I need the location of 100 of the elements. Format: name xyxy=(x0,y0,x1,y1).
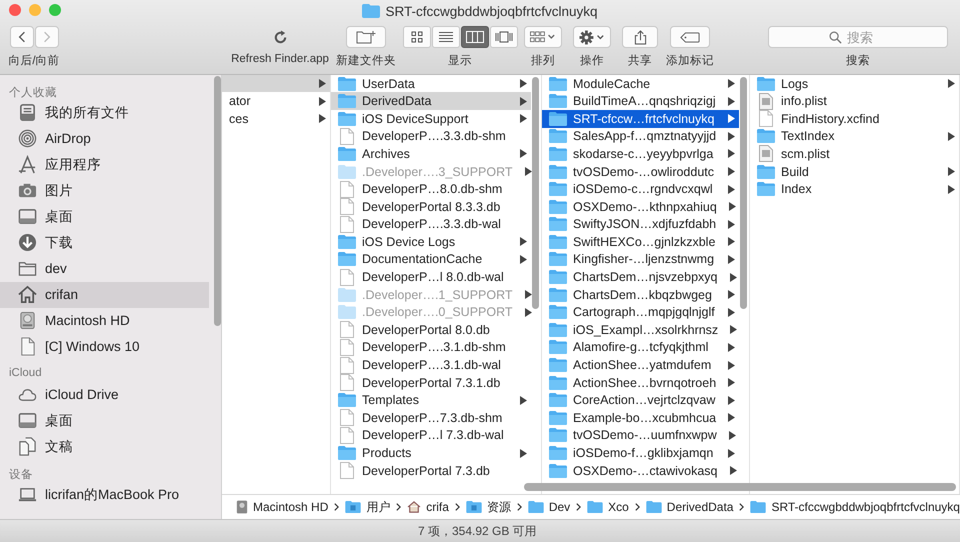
list-view-button[interactable] xyxy=(432,26,460,48)
file-row[interactable]: scm.plist xyxy=(750,145,959,163)
file-row[interactable]: DerivedData xyxy=(331,92,531,110)
file-row[interactable]: DocumentationCache xyxy=(331,250,531,268)
back-button[interactable] xyxy=(10,26,34,48)
sidebar-item[interactable]: crifan xyxy=(0,282,209,308)
search-field[interactable]: 搜索 xyxy=(768,26,948,48)
file-row[interactable]: Kingfisher-…ljenzstnwmg xyxy=(542,250,739,268)
file-row[interactable]: TextIndex xyxy=(750,128,959,146)
file-row[interactable]: Alamofire-g…tcfyqkjthml xyxy=(542,338,739,356)
scrollbar-thumb[interactable] xyxy=(214,76,221,326)
sidebar-item[interactable]: [C] Windows 10 xyxy=(0,334,209,360)
scrollbar-thumb[interactable] xyxy=(740,76,747,309)
folder-icon xyxy=(549,322,567,337)
file-row[interactable]: Products xyxy=(331,444,531,462)
folder-icon xyxy=(549,182,567,196)
scrollbar-thumb[interactable] xyxy=(524,483,956,492)
share-button[interactable] xyxy=(622,26,658,48)
file-row[interactable]: DeveloperP….3.1.db-shm xyxy=(331,338,531,356)
arrange-button[interactable] xyxy=(524,26,562,48)
file-row[interactable]: skodarse-c…yeyybpvrlga xyxy=(542,145,739,163)
file-row[interactable]: ChartsDem…njsvzebpxyq xyxy=(542,268,739,286)
file-row[interactable]: iOSDemo-f…gklibxjamqn xyxy=(542,444,739,462)
file-row[interactable]: BuildTimeA…qnqshriqzigj xyxy=(542,92,739,110)
file-row[interactable]: iOSDemo-c…rgndvcxqwl xyxy=(542,180,739,198)
path-item[interactable]: 用户 xyxy=(345,498,390,516)
file-row[interactable]: DeveloperP…l 8.0.db-wal xyxy=(331,268,531,286)
file-row[interactable]: ModuleCache xyxy=(542,74,739,92)
close-button[interactable] xyxy=(9,4,21,16)
file-row[interactable]: Example-bo…xcubmhcua xyxy=(542,409,739,427)
file-row[interactable]: DeveloperPortal 8.0.db xyxy=(331,321,531,339)
file-row[interactable]: ces xyxy=(222,110,330,128)
sidebar-item[interactable]: dev xyxy=(0,256,209,282)
folder-icon xyxy=(549,164,567,178)
file-row[interactable]: Build xyxy=(750,162,959,180)
folder-icon xyxy=(549,376,567,390)
file-row[interactable]: iOS_Exampl…xsolrkhrnsz xyxy=(542,321,739,339)
file-row[interactable]: DeveloperP…8.0.db-shm xyxy=(331,180,531,198)
disclosure-arrow-icon xyxy=(948,132,955,141)
sidebar-item[interactable]: 应用程序 xyxy=(0,152,209,178)
sidebar-item[interactable]: 桌面 xyxy=(0,408,209,434)
file-row[interactable]: ActionShee…yatmdufem xyxy=(542,356,739,374)
path-item[interactable]: Xco xyxy=(587,500,629,514)
sidebar-item[interactable]: AirDrop xyxy=(0,126,209,152)
back-icon xyxy=(18,31,26,43)
file-row[interactable]: SalesApp-f…qmztnatyyjjd xyxy=(542,128,739,146)
file-row[interactable]: DeveloperP…7.3.db-shm xyxy=(331,409,531,427)
path-item[interactable]: 资源 xyxy=(466,498,511,516)
sidebar-item[interactable]: licrifan的MacBook Pro xyxy=(0,482,209,508)
folder-icon xyxy=(757,76,775,91)
scrollbar-thumb[interactable] xyxy=(532,76,539,309)
file-row[interactable]: DeveloperP….3.3.db-wal xyxy=(331,215,531,234)
file-row[interactable]: FindHistory.xcfind xyxy=(750,110,959,128)
file-row[interactable]: DeveloperP….3.3.db-shm xyxy=(331,128,531,146)
action-button[interactable] xyxy=(573,26,611,48)
file-row[interactable]: DeveloperP…l 7.3.db-wal xyxy=(331,426,531,444)
path-item[interactable]: Macintosh HD xyxy=(236,500,328,514)
file-row[interactable]: SwiftyJSON…xdjfuzfdabh xyxy=(542,215,739,234)
file-row[interactable]: DeveloperPortal 7.3.1.db xyxy=(331,374,531,392)
sidebar-item[interactable]: iCloud Drive xyxy=(0,382,209,408)
folder-icon xyxy=(549,94,567,108)
sidebar-item[interactable]: 桌面 xyxy=(0,204,209,230)
file-row[interactable]: Cartograph…mqpjgqlnjglf xyxy=(542,303,739,322)
sidebar-item[interactable]: Macintosh HD xyxy=(0,308,209,334)
path-item[interactable]: SRT-cfccwgbddwbjoqbfrtcfvclnuykq xyxy=(750,500,960,514)
file-row[interactable]: iOS Device Logs xyxy=(331,233,531,251)
file-row[interactable]: ActionShee…bvrnqotroeh xyxy=(542,374,739,392)
file-row[interactable]: UserData xyxy=(331,74,531,92)
file-row[interactable]: info.plist xyxy=(750,92,959,110)
file-row[interactable]: DeveloperPortal 8.3.3.db xyxy=(331,198,531,216)
file-row[interactable]: ator xyxy=(222,92,330,110)
file-row[interactable]: DeveloperP….3.1.db-wal xyxy=(331,356,531,374)
sidebar-item[interactable]: 图片 xyxy=(0,178,209,204)
file-row[interactable]: tvOSDemo-…owliroddutc xyxy=(542,162,739,180)
file-row[interactable]: OSXDemo-…kthnpxahiuq xyxy=(542,198,739,216)
file-row[interactable]: ChartsDem…kbqzbwgeg xyxy=(542,286,739,304)
gallery-view-button[interactable] xyxy=(490,26,518,48)
file-row[interactable]: OSXDemo-…ctawivokasq xyxy=(542,462,739,480)
path-item[interactable]: crifa xyxy=(407,500,449,514)
file-row[interactable]: tvOSDemo-…uumfnxwpw xyxy=(542,426,739,444)
refresh-icon[interactable] xyxy=(272,30,288,45)
file-row[interactable]: iOS DeviceSupport xyxy=(331,110,531,128)
icons-view-button[interactable] xyxy=(402,26,430,48)
file-row[interactable]: SRT-cfccw…frtcfvclnuykq xyxy=(542,110,739,128)
file-row[interactable]: Index xyxy=(750,180,959,198)
file-row[interactable]: CoreAction…vejrtclzqvaw xyxy=(542,391,739,410)
sidebar-item[interactable]: 下载 xyxy=(0,230,209,256)
columns-view-button[interactable] xyxy=(460,26,488,48)
file-row[interactable]: SwiftHEXCo…gjnlzkzxble xyxy=(542,233,739,251)
sidebar-item[interactable]: 文稿 xyxy=(0,434,209,460)
file-row[interactable]: Archives xyxy=(331,145,531,163)
tag-button[interactable] xyxy=(670,26,710,48)
file-row[interactable]: DeveloperPortal 7.3.db xyxy=(331,462,531,480)
sidebar-item[interactable]: 我的所有文件 xyxy=(0,100,209,126)
airdrop-icon xyxy=(18,129,37,148)
new-folder-button[interactable] xyxy=(346,26,386,48)
path-item[interactable]: DerivedData xyxy=(646,500,734,514)
file-row[interactable]: Logs xyxy=(750,74,959,92)
file-row[interactable]: Templates xyxy=(331,391,531,410)
path-item[interactable]: Dev xyxy=(528,500,570,514)
